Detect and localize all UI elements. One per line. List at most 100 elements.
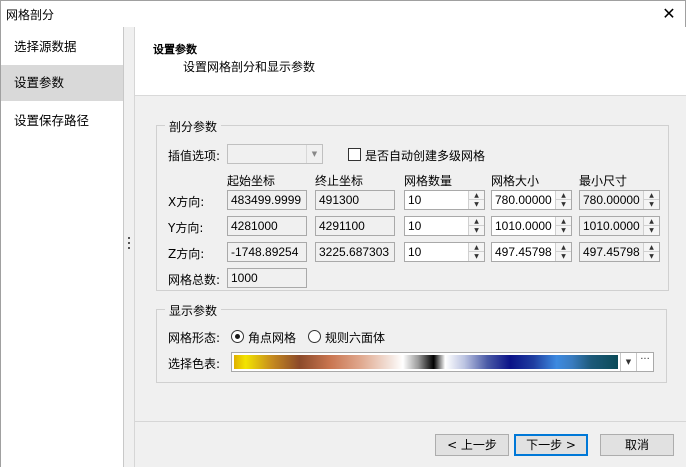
y-count-value: 10 [408, 219, 422, 233]
radio-regular-hexahedron-label[interactable]: 规则六面体 [325, 329, 385, 346]
z-min-size-spin: ▲ ▼ [643, 243, 659, 261]
x-count-spin: ▲ ▼ [468, 191, 484, 209]
z-size-stepper[interactable]: 497.45798 ▲ ▼ [491, 242, 572, 262]
col-header-size: 网格大小 [491, 174, 540, 188]
sidebar-item-select-source[interactable]: 选择源数据 [1, 29, 123, 65]
step-title: 设置参数 [153, 43, 197, 56]
sidebar-item-save-path[interactable]: 设置保存路径 [1, 103, 123, 139]
x-min-size-spin: ▲ ▼ [643, 191, 659, 209]
x-size-value: 780.00000 [495, 193, 552, 207]
x-size-spin: ▲ ▼ [555, 191, 571, 209]
colortable-select[interactable]: ▼ ··· [231, 352, 654, 372]
interp-select[interactable]: ▼ [227, 144, 323, 164]
display-params-group: 显示参数 网格形态: 角点网格 规则六面体 选择色表: ▼ ··· [156, 302, 667, 383]
y-size-value: 1010.0000 [495, 219, 552, 233]
row-label-x: X方向: [168, 195, 205, 209]
z-count-value: 10 [408, 245, 422, 259]
y-end-field: 4291100 [315, 216, 395, 236]
y-min-size-spin: ▲ ▼ [643, 217, 659, 235]
auto-multilevel-label: 是否自动创建多级网格 [365, 149, 486, 163]
y-count-spin: ▲ ▼ [468, 217, 484, 235]
spin-up-icon[interactable]: ▲ [469, 191, 484, 200]
x-count-value: 10 [408, 193, 422, 207]
col-header-count: 网格数量 [404, 174, 453, 188]
y-min-size-stepper: 1010.0000 ▲ ▼ [579, 216, 660, 236]
content-area: 剖分参数 插值选项: ▼ 是否自动创建多级网格 起始坐标 终止坐标 网格数量 网… [135, 96, 686, 467]
spin-down-icon: ▼ [649, 201, 654, 208]
close-icon[interactable]: ✕ [659, 4, 679, 24]
row-label-y: Y方向: [168, 221, 204, 235]
sidebar-item-label: 设置保存路径 [14, 113, 90, 128]
display-params-legend: 显示参数 [165, 302, 222, 319]
chevron-down-icon[interactable]: ▼ [620, 353, 636, 371]
spin-up-icon: ▲ [644, 191, 659, 200]
x-start-field: 483499.9999 [227, 190, 307, 210]
total-label: 网格总数: [168, 273, 221, 287]
spin-up-icon[interactable]: ▲ [469, 243, 484, 252]
sidebar-item-label: 选择源数据 [14, 39, 77, 54]
z-min-size-value: 497.45798 [583, 245, 640, 259]
chevron-down-icon: ▼ [306, 145, 322, 163]
more-icon[interactable]: ··· [636, 353, 653, 371]
spin-down-icon[interactable]: ▼ [469, 226, 484, 235]
spin-down-icon[interactable]: ▼ [469, 252, 484, 261]
y-size-spin: ▲ ▼ [555, 217, 571, 235]
sidebar-item-label: 设置参数 [14, 75, 65, 90]
spin-up-icon: ▲ [644, 243, 659, 252]
cancel-button[interactable]: 取消 [600, 434, 674, 456]
z-start-field: -1748.89254 [227, 242, 307, 262]
radio-regular-hexahedron[interactable] [308, 330, 321, 343]
total-field: 1000 [227, 268, 307, 288]
split-params-legend: 剖分参数 [165, 118, 222, 135]
interp-label: 插值选项: [168, 149, 221, 163]
x-size-stepper[interactable]: 780.00000 ▲ ▼ [491, 190, 572, 210]
y-size-stepper[interactable]: 1010.0000 ▲ ▼ [491, 216, 572, 236]
step-subtitle: 设置网格剖分和显示参数 [183, 60, 316, 74]
spin-up-icon[interactable]: ▲ [469, 217, 484, 226]
spin-down-icon[interactable]: ▼ [469, 200, 484, 209]
spin-down-icon[interactable]: ▼ [556, 226, 571, 235]
sidebar: 选择源数据 设置参数 设置保存路径 [1, 27, 124, 467]
x-end-field: 491300 [315, 190, 395, 210]
row-label-z: Z方向: [168, 247, 205, 261]
split-params-group: 剖分参数 插值选项: ▼ 是否自动创建多级网格 起始坐标 终止坐标 网格数量 网… [156, 118, 669, 291]
radio-corner-grid[interactable] [231, 330, 244, 343]
auto-multilevel-checkbox[interactable] [348, 148, 361, 161]
spin-up-icon: ▲ [644, 217, 659, 226]
splitter-grip-icon [127, 237, 131, 252]
z-end-field: 3225.687303 [315, 242, 395, 262]
spin-up-icon[interactable]: ▲ [556, 217, 571, 226]
z-count-stepper[interactable]: 10 ▲ ▼ [404, 242, 485, 262]
spin-up-icon[interactable]: ▲ [556, 243, 571, 252]
sidebar-item-set-params[interactable]: 设置参数 [1, 65, 123, 101]
prev-button[interactable]: < 上一步 [435, 434, 509, 456]
title-bar: 网格剖分 ✕ [1, 1, 685, 27]
footer-divider [135, 421, 686, 422]
next-button[interactable]: 下一步 > [514, 434, 588, 456]
radio-corner-grid-label[interactable]: 角点网格 [248, 329, 296, 346]
col-header-min-size: 最小尺寸 [579, 174, 628, 188]
y-min-size-value: 1010.0000 [583, 219, 640, 233]
spin-down-icon[interactable]: ▼ [556, 200, 571, 209]
spin-down-icon: ▼ [649, 227, 654, 234]
z-min-size-stepper: 497.45798 ▲ ▼ [579, 242, 660, 262]
z-size-spin: ▲ ▼ [555, 243, 571, 261]
col-header-start: 起始坐标 [227, 174, 276, 188]
spin-down-icon[interactable]: ▼ [556, 252, 571, 261]
x-count-stepper[interactable]: 10 ▲ ▼ [404, 190, 485, 210]
y-count-stepper[interactable]: 10 ▲ ▼ [404, 216, 485, 236]
col-header-end: 终止坐标 [315, 174, 364, 188]
wizard-window: 网格剖分 ✕ 选择源数据 设置参数 设置保存路径 设置参数 设置网格剖分和显示参… [0, 0, 686, 467]
step-header: 设置参数 设置网格剖分和显示参数 [135, 27, 686, 96]
panel-splitter[interactable] [124, 27, 135, 467]
z-count-spin: ▲ ▼ [468, 243, 484, 261]
spin-down-icon: ▼ [649, 253, 654, 260]
x-min-size-value: 780.00000 [583, 193, 640, 207]
shape-label: 网格形态: [168, 331, 221, 345]
y-start-field: 4281000 [227, 216, 307, 236]
colortable-gradient [234, 355, 618, 369]
x-min-size-stepper: 780.00000 ▲ ▼ [579, 190, 660, 210]
colortable-label: 选择色表: [168, 357, 221, 371]
spin-up-icon[interactable]: ▲ [556, 191, 571, 200]
z-size-value: 497.45798 [495, 245, 552, 259]
